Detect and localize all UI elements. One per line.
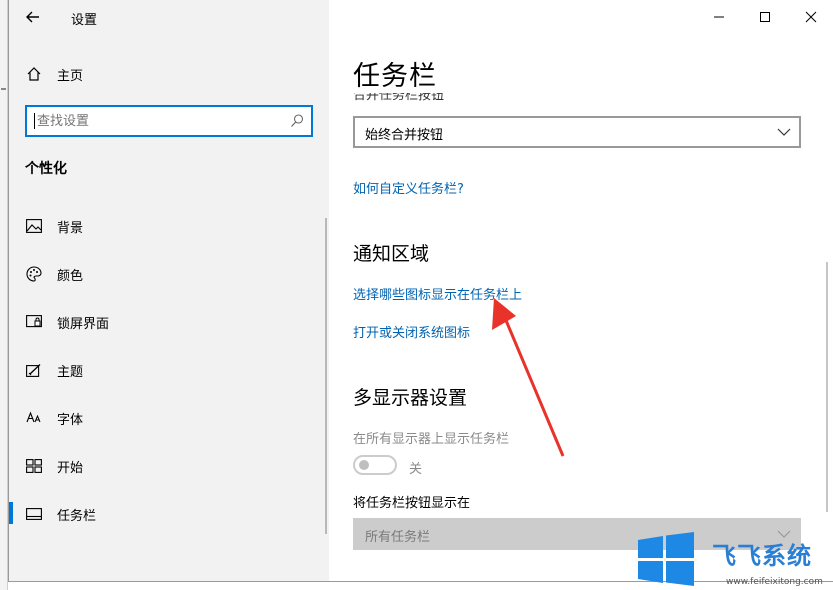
font-icon — [25, 410, 43, 426]
theme-icon — [25, 362, 43, 378]
page-title: 任务栏 — [353, 61, 437, 92]
sidebar-item-label: 开始 — [57, 460, 84, 476]
toggle-knob — [359, 460, 369, 470]
sidebar-item-start[interactable]: 开始 — [9, 446, 329, 486]
maximize-button[interactable] — [742, 0, 788, 34]
sidebar-item-themes[interactable]: 主题 — [9, 350, 329, 390]
sidebar: 设置 主页 个性化 背景 颜色 — [9, 0, 329, 581]
sidebar-scrollbar[interactable] — [325, 218, 327, 534]
sidebar-item-background[interactable]: 背景 — [9, 206, 329, 246]
sidebar-item-fonts[interactable]: 字体 — [9, 398, 329, 438]
minimize-button[interactable] — [696, 0, 742, 34]
combine-buttons-label-text: 合并任务栏按钮 — [353, 93, 445, 103]
dropdown-value: 始终合并按钮 — [365, 128, 444, 143]
sidebar-item-label: 锁屏界面 — [57, 316, 110, 332]
chevron-down-icon — [777, 128, 791, 136]
sidebar-item-label: 字体 — [57, 412, 84, 428]
search-box[interactable] — [25, 105, 313, 137]
combine-buttons-dropdown[interactable]: 始终合并按钮 — [353, 116, 801, 148]
home-icon — [25, 66, 43, 82]
dropdown-value: 所有任务栏 — [365, 530, 431, 545]
sidebar-item-lock-screen[interactable]: 锁屏界面 — [9, 302, 329, 342]
show-on-all-displays-toggle[interactable] — [353, 455, 397, 475]
close-button[interactable] — [788, 0, 833, 34]
background-window-mark — [1, 88, 6, 102]
show-on-all-displays-label: 在所有显示器上显示任务栏 — [353, 432, 510, 447]
text-cursor — [34, 113, 35, 129]
choose-taskbar-icons-link[interactable]: 选择哪些图标显示在任务栏上 — [353, 284, 522, 303]
main-scrollbar[interactable] — [826, 262, 828, 512]
minimize-icon — [714, 16, 724, 18]
search-icon[interactable] — [289, 113, 305, 129]
back-button[interactable] — [19, 4, 47, 30]
sidebar-item-label: 主页 — [57, 68, 84, 84]
multi-display-heading: 多显示器设置 — [353, 387, 468, 409]
sidebar-item-taskbar[interactable]: 任务栏 — [9, 494, 329, 534]
windows-logo-icon — [638, 532, 694, 586]
watermark-url: www.feifeixitong.com — [726, 577, 823, 587]
combine-buttons-label: 合并任务栏按钮 — [353, 93, 513, 105]
sidebar-item-label: 背景 — [57, 220, 84, 236]
watermark-brand: 飞飞系统 — [712, 542, 812, 570]
sidebar-item-home[interactable]: 主页 — [9, 54, 329, 94]
main-content: 任务栏 合并任务栏按钮 始终合并按钮 如何自定义任务栏? 通知区域 选择哪些图标… — [329, 0, 833, 581]
settings-window: 设置 主页 个性化 背景 颜色 — [8, 0, 833, 582]
howto-customize-link[interactable]: 如何自定义任务栏? — [353, 178, 464, 197]
picture-icon — [25, 218, 43, 234]
palette-icon — [25, 266, 43, 282]
lock-screen-icon — [25, 314, 43, 330]
toggle-state-label: 关 — [409, 462, 423, 477]
sidebar-item-label: 任务栏 — [57, 508, 97, 524]
show-buttons-on-label: 将任务栏按钮显示在 — [353, 496, 471, 511]
system-icons-link[interactable]: 打开或关闭系统图标 — [353, 322, 470, 341]
sidebar-item-colors[interactable]: 颜色 — [9, 254, 329, 294]
notification-area-heading: 通知区域 — [353, 243, 430, 265]
watermark: 飞飞系统 www.feifeixitong.com — [636, 532, 833, 590]
close-icon — [805, 11, 817, 23]
background-window-edge — [0, 0, 8, 590]
app-title: 设置 — [71, 13, 98, 28]
back-arrow-icon — [26, 11, 39, 23]
maximize-icon — [760, 12, 770, 22]
start-icon — [25, 458, 43, 474]
taskbar-icon — [25, 506, 43, 522]
sidebar-item-label: 主题 — [57, 364, 84, 380]
sidebar-item-label: 颜色 — [57, 268, 84, 284]
search-input[interactable] — [37, 111, 277, 131]
section-title: 个性化 — [25, 161, 67, 177]
window-controls — [696, 0, 833, 34]
